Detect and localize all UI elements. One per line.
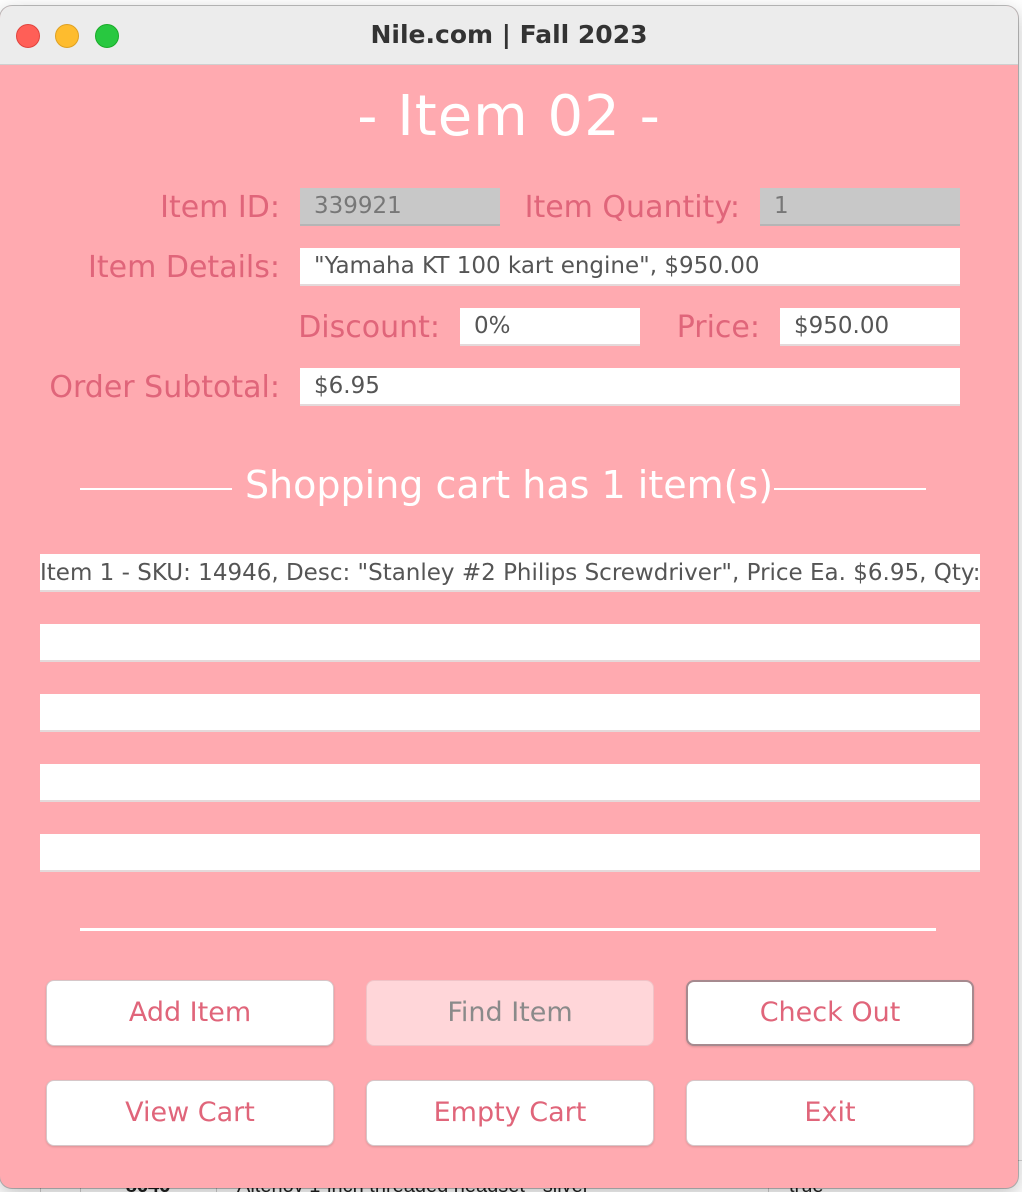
item-heading: - Item 02 -: [357, 84, 661, 149]
discount-label: Discount:: [298, 310, 440, 345]
cart-line-5[interactable]: [40, 834, 980, 872]
cart-line-2[interactable]: [40, 624, 980, 662]
title-bar[interactable]: Nile.com | Fall 2023: [0, 6, 1018, 65]
cart-line-4[interactable]: [40, 764, 980, 802]
order-subtotal-field[interactable]: [300, 368, 960, 406]
cart-title-divider-right: [774, 488, 926, 490]
price-label: Price:: [676, 310, 760, 345]
view-cart-button[interactable]: View Cart: [46, 1080, 334, 1146]
find-item-button[interactable]: Find Item: [366, 980, 654, 1046]
cart-line-1[interactable]: Item 1 - SKU: 14946, Desc: "Stanley #2 P…: [40, 554, 980, 592]
order-subtotal-label: Order Subtotal:: [49, 370, 280, 405]
item-id-label: Item ID:: [160, 190, 280, 225]
check-out-button[interactable]: Check Out: [686, 980, 974, 1046]
item-details-field[interactable]: [300, 248, 960, 286]
add-item-button[interactable]: Add Item: [46, 980, 334, 1046]
main-content: - Item 02 - Item ID: Item Quantity: Item…: [0, 64, 1018, 1188]
item-quantity-field[interactable]: [760, 188, 960, 226]
window-title: Nile.com | Fall 2023: [370, 20, 648, 49]
nile-window: Nile.com | Fall 2023 - Item 02 - Item ID…: [0, 6, 1018, 1188]
item-quantity-label: Item Quantity:: [524, 190, 740, 225]
price-field[interactable]: [780, 308, 960, 346]
cart-bottom-divider: [80, 928, 936, 931]
item-id-field[interactable]: [300, 188, 500, 226]
empty-cart-button[interactable]: Empty Cart: [366, 1080, 654, 1146]
cart-line-3[interactable]: [40, 694, 980, 732]
exit-button[interactable]: Exit: [686, 1080, 974, 1146]
item-details-label: Item Details:: [88, 250, 280, 285]
discount-field[interactable]: [460, 308, 640, 346]
cart-title: Shopping cart has 1 item(s): [244, 463, 774, 507]
